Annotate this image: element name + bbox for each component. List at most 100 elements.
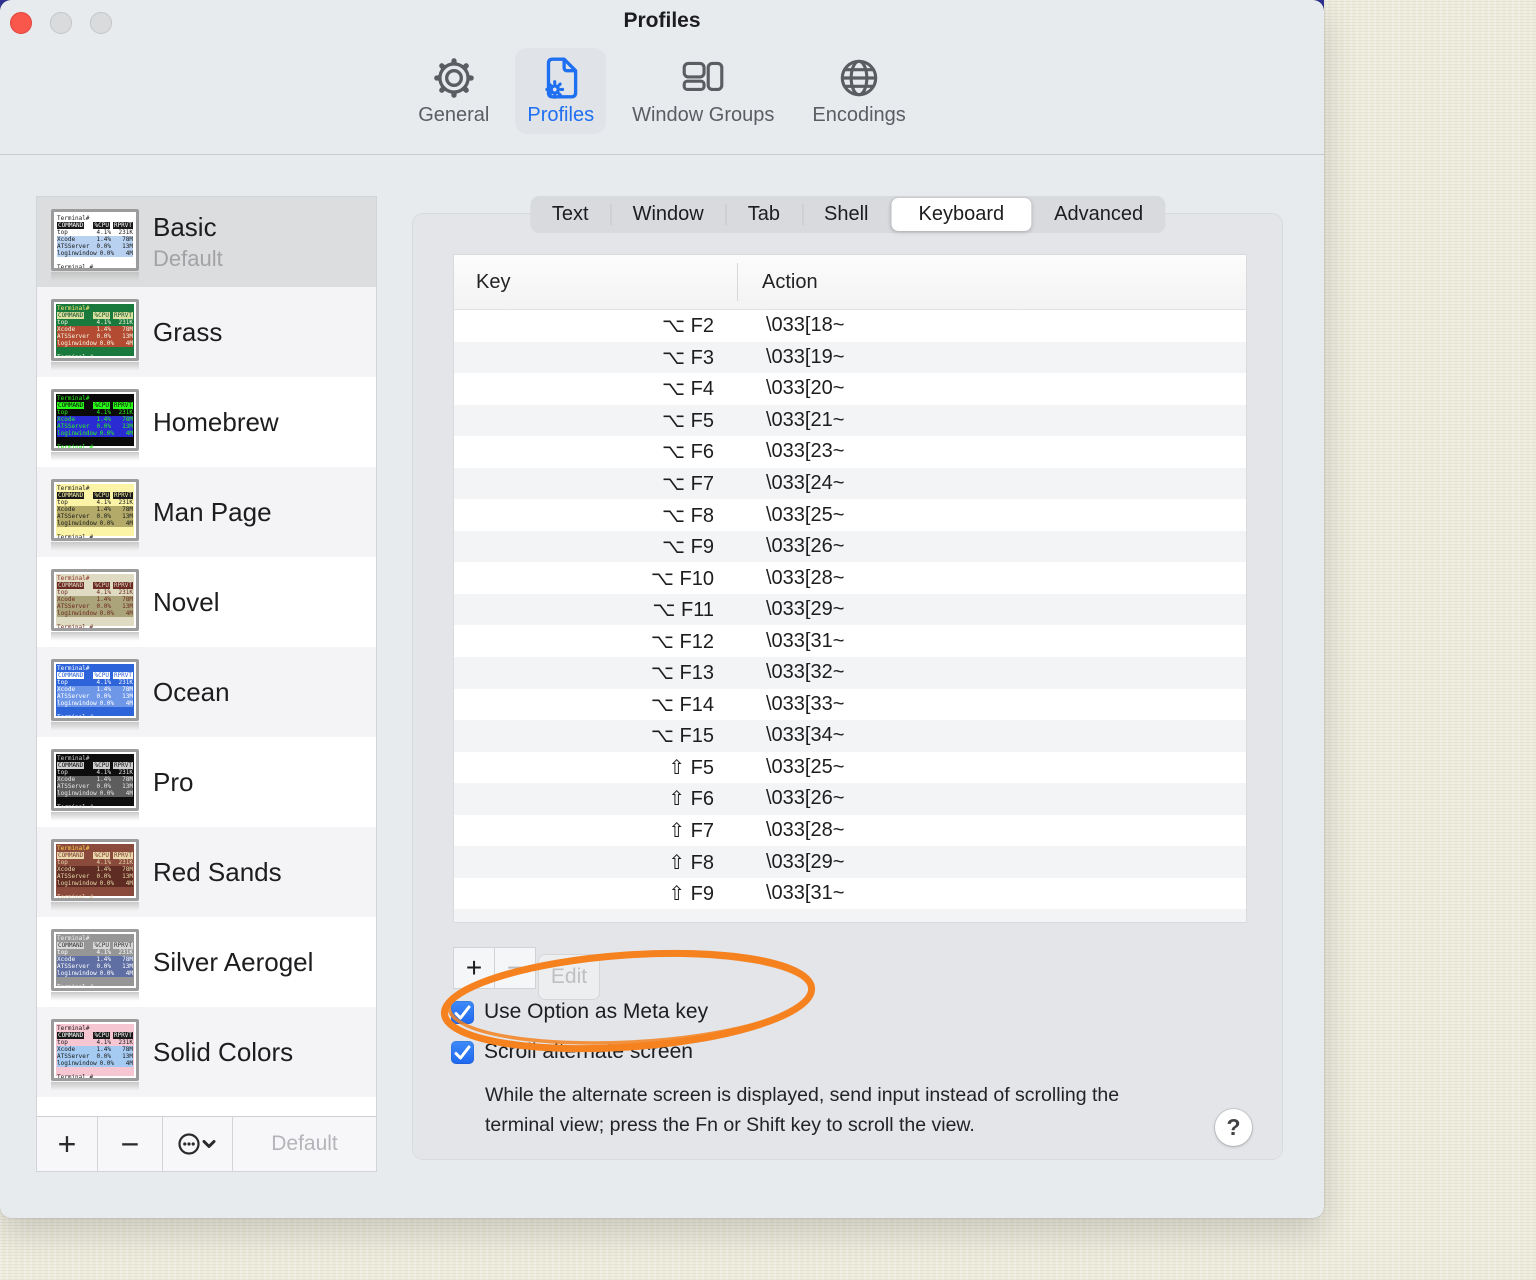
window-groups-icon bbox=[682, 61, 724, 92]
key-cell: ⌥ F14 bbox=[650, 693, 714, 716]
help-button[interactable]: ? bbox=[1215, 1109, 1252, 1146]
scroll-alternate-screen-label: Scroll alternate screen bbox=[484, 1040, 693, 1063]
table-row[interactable]: ⌥ F14 \033[33~ bbox=[454, 688, 1246, 721]
add-profile-button[interactable]: + bbox=[37, 1117, 98, 1171]
profile-labels: Red Sands bbox=[153, 857, 282, 888]
set-default-button[interactable]: Default bbox=[233, 1117, 376, 1171]
action-cell: \033[24~ bbox=[766, 472, 845, 494]
table-row[interactable]: ⇧ F9 \033[31~ bbox=[454, 877, 1246, 910]
profile-list-item-silver-aerogel[interactable]: Terminal# COMMAND %CPU RPRVT top 4.1% 231K X… bbox=[37, 917, 376, 1007]
toolbar-item-profiles[interactable]: Profiles bbox=[515, 48, 607, 134]
key-cell: ⌥ F12 bbox=[650, 630, 714, 653]
profile-list-item-homebrew[interactable]: Terminal# COMMAND %CPU RPRVT top 4.1% 231K X… bbox=[37, 377, 376, 467]
profile-list-item-man-page[interactable]: Terminal# COMMAND %CPU RPRVT top 4.1% 231K X… bbox=[37, 467, 376, 557]
thumbnail-reflection bbox=[51, 542, 139, 551]
table-row[interactable]: ⌥ F13 \033[32~ bbox=[454, 657, 1246, 689]
tab-text[interactable]: Text bbox=[530, 196, 611, 233]
table-row[interactable]: ⌥ F2 \033[18~ bbox=[454, 310, 1246, 342]
key-cell: ⌥ F6 bbox=[662, 441, 714, 464]
profile-list-item-pro[interactable]: Terminal# COMMAND %CPU RPRVT top 4.1% 231K X… bbox=[37, 737, 376, 827]
action-cell: \033[26~ bbox=[766, 787, 845, 810]
profile-list-item-solid-colors[interactable]: Terminal# COMMAND %CPU RPRVT top 4.1% 231K X… bbox=[37, 1007, 376, 1097]
tab-keyboard[interactable]: Keyboard bbox=[891, 198, 1032, 231]
desktop-background: Profiles General Profiles Window Groups … bbox=[0, 0, 1536, 1280]
key-cell: ⇧ F9 bbox=[668, 883, 714, 906]
alternate-screen-note: While the alternate screen is displayed,… bbox=[485, 1080, 1119, 1140]
terminal-preview: Terminal# COMMAND %CPU RPRVT top 4.1% 231K X… bbox=[51, 479, 139, 541]
profile-labels: Solid Colors bbox=[153, 1037, 293, 1068]
table-row[interactable]: ⇧ F7 \033[28~ bbox=[454, 814, 1246, 847]
tab-window[interactable]: Window bbox=[610, 196, 726, 233]
remove-profile-button[interactable]: − bbox=[98, 1117, 163, 1171]
column-header-action[interactable]: Action bbox=[762, 271, 818, 294]
profile-thumbnail: Terminal# COMMAND %CPU RPRVT top 4.1% 231K X… bbox=[51, 929, 139, 1001]
toolbar-item-encodings[interactable]: Encodings bbox=[800, 48, 917, 134]
toolbar-label-general: General bbox=[418, 104, 490, 126]
key-cell: ⇧ F8 bbox=[668, 851, 714, 874]
column-divider[interactable] bbox=[737, 263, 738, 301]
checkmark-icon bbox=[454, 1005, 471, 1019]
option-as-meta-row: Use Option as Meta key bbox=[451, 1000, 708, 1024]
profile-name: Homebrew bbox=[153, 406, 279, 437]
table-row[interactable]: ⇧ F5 \033[25~ bbox=[454, 751, 1246, 784]
profile-list-item-ocean[interactable]: Terminal# COMMAND %CPU RPRVT top 4.1% 231K X… bbox=[37, 647, 376, 737]
table-row[interactable]: ⌥ F8 \033[25~ bbox=[454, 499, 1246, 531]
edit-key-button[interactable]: Edit bbox=[538, 954, 600, 1000]
table-row[interactable]: ⌥ F12 \033[31~ bbox=[454, 625, 1246, 658]
table-row[interactable]: ⇧ F8 \033[29~ bbox=[454, 846, 1246, 878]
profile-name: Novel bbox=[153, 586, 220, 617]
titlebar: Profiles General Profiles Window Groups … bbox=[0, 0, 1324, 155]
add-key-button[interactable]: + bbox=[453, 947, 495, 989]
table-body: ⌥ F2 \033[18~ ⌥ F3 \033[19~ ⌥ F4 \033[20… bbox=[454, 310, 1246, 922]
profile-labels: Homebrew bbox=[153, 407, 279, 438]
table-row[interactable]: ⌥ F11 \033[29~ bbox=[454, 593, 1246, 626]
profile-name: Pro bbox=[153, 766, 194, 797]
ellipsis-circle-chevron-icon bbox=[177, 1133, 215, 1155]
tab-tab[interactable]: Tab bbox=[725, 196, 802, 233]
use-option-as-meta-checkbox[interactable] bbox=[451, 1000, 474, 1024]
table-row[interactable]: ⌥ F10 \033[28~ bbox=[454, 562, 1246, 594]
action-cell: \033[34~ bbox=[766, 724, 845, 747]
profile-name: Silver Aerogel bbox=[153, 946, 314, 977]
thumbnail-reflection bbox=[51, 272, 139, 281]
terminal-preview: Terminal# COMMAND %CPU RPRVT top 4.1% 231K X… bbox=[51, 389, 139, 451]
action-cell: \033[20~ bbox=[766, 377, 845, 400]
table-row[interactable]: ⌥ F5 \033[21~ bbox=[454, 404, 1246, 437]
profile-labels: Silver Aerogel bbox=[153, 947, 313, 978]
table-row[interactable]: ⌥ F7 \033[24~ bbox=[454, 467, 1246, 500]
toolbar-label-profiles: Profiles bbox=[527, 104, 595, 126]
column-header-key[interactable]: Key bbox=[454, 271, 510, 294]
profile-list-item-red-sands[interactable]: Terminal# COMMAND %CPU RPRVT top 4.1% 231K X… bbox=[37, 827, 376, 917]
terminal-preview: Terminal# COMMAND %CPU RPRVT top 4.1% 231K X… bbox=[51, 749, 139, 811]
profile-list-item-basic[interactable]: Terminal# COMMAND %CPU RPRVT top 4.1% 231K X… bbox=[37, 197, 376, 287]
table-row[interactable]: ⌥ F9 \033[26~ bbox=[454, 530, 1246, 563]
tab-advanced[interactable]: Advanced bbox=[1032, 196, 1165, 233]
terminal-preview: Terminal# COMMAND %CPU RPRVT top 4.1% 231K X… bbox=[51, 209, 139, 271]
tab-shell[interactable]: Shell bbox=[802, 196, 890, 233]
profile-labels: Novel bbox=[153, 587, 219, 618]
profile-actions-menu-button[interactable] bbox=[163, 1117, 233, 1171]
table-row[interactable]: ⌥ F6 \033[23~ bbox=[454, 436, 1246, 468]
remove-key-button[interactable]: − bbox=[494, 947, 536, 989]
thumbnail-reflection bbox=[51, 902, 139, 911]
toolbar-item-window-groups[interactable]: Window Groups bbox=[620, 48, 786, 134]
profile-sidebar: Terminal# COMMAND %CPU RPRVT top 4.1% 231K X… bbox=[36, 196, 377, 1172]
thumbnail-reflection bbox=[51, 362, 139, 371]
globe-icon bbox=[840, 59, 878, 97]
profile-thumbnail: Terminal# COMMAND %CPU RPRVT top 4.1% 231K X… bbox=[51, 749, 139, 821]
note-line-2: terminal view; press the Fn or Shift key… bbox=[485, 1114, 975, 1136]
table-row[interactable]: ⌥ F15 \033[34~ bbox=[454, 720, 1246, 752]
profile-labels: Ocean bbox=[153, 677, 230, 708]
toolbar-item-general[interactable]: General bbox=[406, 48, 501, 134]
profile-list-item-novel[interactable]: Terminal# COMMAND %CPU RPRVT top 4.1% 231K X… bbox=[37, 557, 376, 647]
table-filler-row bbox=[454, 909, 1246, 922]
table-row[interactable]: ⌥ F4 \033[20~ bbox=[454, 373, 1246, 405]
profile-thumbnail: Terminal# COMMAND %CPU RPRVT top 4.1% 231K X… bbox=[51, 389, 139, 461]
key-cell: ⇧ F5 bbox=[668, 756, 714, 779]
action-cell: \033[28~ bbox=[766, 566, 845, 589]
table-row[interactable]: ⇧ F6 \033[26~ bbox=[454, 783, 1246, 815]
toolbar-label-window-groups: Window Groups bbox=[632, 104, 775, 126]
scroll-alternate-screen-checkbox[interactable] bbox=[451, 1040, 474, 1064]
table-row[interactable]: ⌥ F3 \033[19~ bbox=[454, 341, 1246, 374]
profile-list-item-grass[interactable]: Terminal# COMMAND %CPU RPRVT top 4.1% 231K X… bbox=[37, 287, 376, 377]
